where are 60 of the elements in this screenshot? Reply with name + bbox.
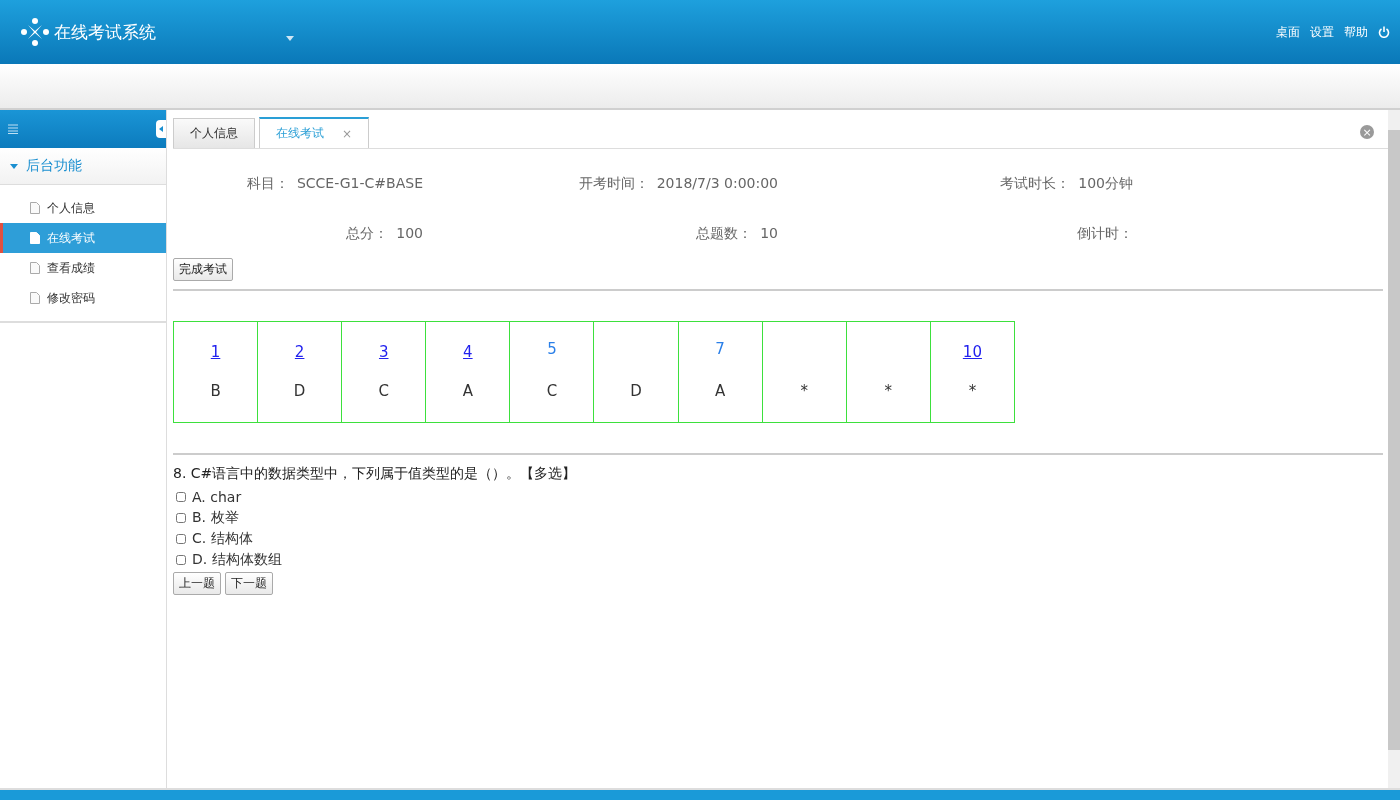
- header-link[interactable]: 设置: [1310, 23, 1334, 41]
- info-label: 总分：: [346, 225, 389, 243]
- answer-text: C: [378, 382, 389, 400]
- sidebar-item[interactable]: 个人信息: [0, 193, 166, 223]
- info-value: 10: [760, 225, 778, 243]
- question-link[interactable]: 4: [463, 343, 473, 361]
- header-link[interactable]: 桌面: [1276, 23, 1300, 41]
- info-label: 科目：: [246, 175, 289, 193]
- sidebar-item[interactable]: 查看成绩: [0, 253, 166, 283]
- finish-button[interactable]: 完成考试: [173, 258, 233, 281]
- option-label: D. 结构体数组: [192, 550, 282, 569]
- option-checkbox[interactable]: [176, 491, 186, 502]
- info-label: 考试时长：: [1000, 175, 1071, 193]
- question-link[interactable]: 10: [962, 343, 982, 361]
- document-icon: [30, 262, 40, 274]
- option-label: A. char: [192, 488, 242, 505]
- answer-text: *: [800, 382, 808, 400]
- group-label: 后台功能: [26, 157, 82, 175]
- answer-text: D: [293, 382, 306, 400]
- sidebar-item[interactable]: 修改密码: [0, 283, 166, 313]
- tab[interactable]: 个人信息: [173, 118, 255, 148]
- power-icon[interactable]: [1378, 26, 1390, 38]
- logo-icon: [20, 17, 50, 47]
- option-checkbox[interactable]: [176, 554, 186, 565]
- caret-icon[interactable]: [286, 35, 294, 41]
- option-checkbox[interactable]: [176, 512, 186, 523]
- answer-text: C: [546, 382, 558, 400]
- nav-button[interactable]: 下一题: [225, 572, 273, 595]
- answer-text: B: [210, 382, 221, 400]
- answer-text: A: [462, 382, 473, 400]
- list-icon[interactable]: [8, 124, 18, 134]
- option-label: B. 枚举: [192, 508, 239, 527]
- document-icon: [30, 292, 40, 304]
- option-label: C. 结构体: [192, 529, 253, 548]
- info-label: 开考时间：: [578, 175, 649, 193]
- caret-icon: [10, 162, 18, 170]
- app-title: 在线考试系统: [54, 20, 156, 44]
- question-text: 8. C#语言中的数据类型中，下列属于值类型的是（）。【多选】: [173, 465, 578, 483]
- info-value: 2018/7/3 0:00:00: [656, 175, 778, 193]
- document-icon: [30, 232, 40, 244]
- question-link[interactable]: 3: [378, 343, 389, 361]
- header-link[interactable]: 帮助: [1344, 23, 1368, 41]
- option-checkbox[interactable]: [176, 533, 186, 544]
- info-label: 倒计时：: [1077, 225, 1133, 243]
- info-value: 100: [396, 225, 423, 243]
- caret-icon: [159, 126, 163, 132]
- question-link[interactable]: 5: [547, 340, 557, 358]
- document-icon: [30, 202, 40, 214]
- collapse-button[interactable]: [156, 120, 166, 138]
- answer-text: *: [884, 382, 893, 400]
- answer-text: D: [630, 382, 642, 400]
- question-link[interactable]: 2: [294, 343, 305, 361]
- nav-button[interactable]: 上一题: [173, 572, 221, 595]
- answer-text: *: [968, 382, 977, 400]
- question-link[interactable]: 7: [715, 340, 725, 358]
- answer-text: A: [714, 382, 726, 400]
- info-value: 100分钟: [1078, 175, 1133, 193]
- question-link[interactable]: 1: [210, 343, 221, 361]
- info-value: SCCE-G1-C#BASE: [296, 175, 423, 193]
- info-label: 总题数：: [696, 225, 753, 243]
